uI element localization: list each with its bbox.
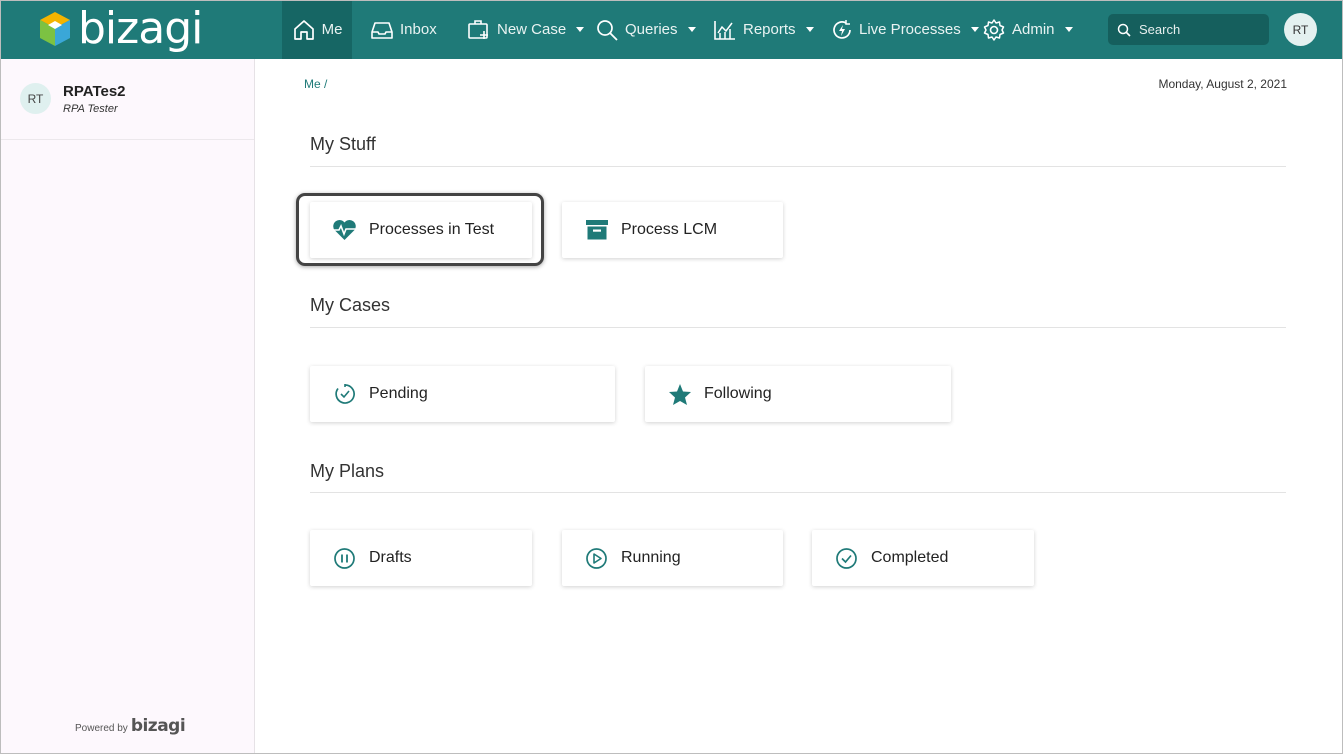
- card-pending[interactable]: Pending: [310, 366, 615, 422]
- card-label: Drafts: [369, 549, 412, 566]
- play-circle-icon: [584, 546, 609, 571]
- breadcrumb[interactable]: Me /: [304, 77, 327, 91]
- powered-by-brand: bizagi: [130, 716, 186, 736]
- card-label: Following: [704, 385, 772, 402]
- nav-reports[interactable]: Reports: [713, 0, 814, 59]
- section-divider: [310, 166, 1286, 167]
- archive-box-icon: [584, 218, 609, 243]
- gear-icon: [983, 18, 1005, 41]
- chevron-down-icon: [805, 27, 814, 32]
- heartbeat-icon: [332, 218, 357, 243]
- chevron-down-icon: [687, 27, 696, 32]
- avatar: RT: [20, 83, 51, 114]
- nav-admin[interactable]: Admin: [982, 0, 1073, 59]
- card-label: Completed: [871, 549, 949, 566]
- nav-new-case-label: New Case: [497, 21, 567, 38]
- nav-inbox[interactable]: Inbox: [370, 0, 437, 59]
- user-role: RPA Tester: [63, 103, 118, 115]
- user-name: RPATes2: [63, 83, 126, 100]
- search-box[interactable]: [1108, 14, 1269, 45]
- nav-live-processes[interactable]: Live Processes: [831, 0, 979, 59]
- inbox-icon: [371, 21, 393, 39]
- search-icon: [597, 19, 618, 41]
- nav-me[interactable]: Me: [282, 0, 352, 59]
- top-navigation-bar: bizagi Me Inbox New Case Queries Reports…: [0, 0, 1343, 59]
- card-processes-in-test[interactable]: Processes in Test: [310, 202, 532, 258]
- card-drafts[interactable]: Drafts: [310, 530, 532, 586]
- section-title-my-cases: My Cases: [310, 295, 391, 315]
- card-running[interactable]: Running: [562, 530, 783, 586]
- star-icon: [667, 382, 692, 407]
- section-divider: [310, 327, 1286, 328]
- chevron-down-icon: [970, 27, 979, 32]
- card-label: Running: [621, 549, 681, 566]
- section-title-my-stuff: My Stuff: [310, 134, 376, 154]
- user-profile[interactable]: RT RPATes2 RPA Tester: [0, 59, 254, 140]
- nav-new-case[interactable]: New Case: [467, 0, 585, 59]
- card-completed[interactable]: Completed: [812, 530, 1034, 586]
- check-circle-icon: [834, 546, 859, 571]
- bizagi-cube-icon: [40, 12, 70, 46]
- nav-reports-label: Reports: [743, 21, 796, 38]
- section-divider: [310, 492, 1286, 493]
- powered-by-label: Powered by: [75, 723, 128, 734]
- logo-text: bizagi: [78, 3, 203, 54]
- user-avatar[interactable]: RT: [1284, 13, 1317, 46]
- section-title-my-plans: My Plans: [310, 461, 385, 481]
- pause-circle-icon: [332, 546, 357, 571]
- nav-live-processes-label: Live Processes: [859, 21, 961, 38]
- card-following[interactable]: Following: [645, 366, 951, 422]
- live-processes-icon: [833, 19, 851, 39]
- nav-queries-label: Queries: [625, 21, 678, 38]
- timer-icon: [332, 382, 357, 407]
- home-icon: [293, 19, 314, 40]
- current-date: Monday, August 2, 2021: [1158, 77, 1287, 91]
- powered-by-footer: Powered by bizagi: [75, 716, 186, 736]
- bizagi-logo[interactable]: bizagi: [38, 3, 203, 54]
- nav-admin-label: Admin: [1012, 21, 1055, 38]
- card-process-lcm[interactable]: Process LCM: [562, 202, 783, 258]
- reports-icon: [714, 20, 735, 40]
- card-label: Process LCM: [621, 221, 718, 238]
- sidebar: RT RPATes2 RPA Tester Powered by bizagi: [0, 59, 255, 754]
- nav-me-label: Me: [321, 21, 343, 38]
- nav-queries[interactable]: Queries: [596, 0, 696, 59]
- search-input[interactable]: [1139, 22, 1259, 37]
- nav-inbox-label: Inbox: [400, 21, 437, 38]
- search-icon: [1117, 23, 1131, 37]
- card-label: Pending: [369, 385, 428, 402]
- new-case-icon: [468, 19, 488, 39]
- chevron-down-icon: [576, 27, 585, 32]
- chevron-down-icon: [1064, 27, 1073, 32]
- card-label: Processes in Test: [369, 221, 495, 238]
